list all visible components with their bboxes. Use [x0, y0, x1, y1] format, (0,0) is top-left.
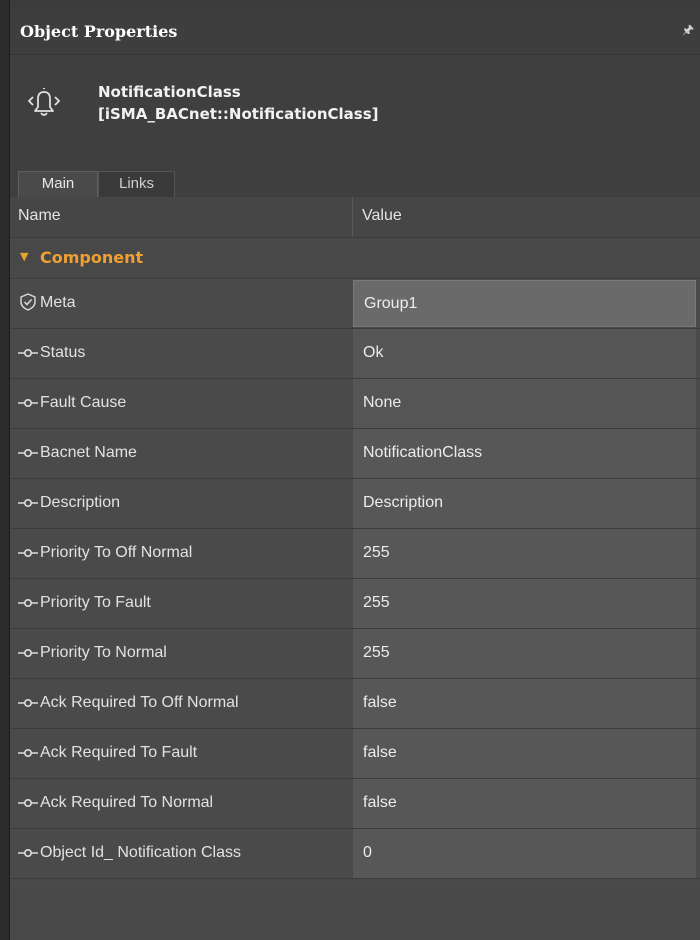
bell-notification-icon — [27, 88, 61, 116]
slot-icon — [18, 445, 38, 461]
property-name: Meta — [40, 294, 76, 311]
tab-bar: Main Links — [10, 157, 700, 197]
property-value[interactable]: Ok — [353, 329, 696, 378]
tab-links[interactable]: Links — [98, 171, 175, 197]
property-row[interactable]: Description Description — [10, 479, 700, 529]
property-row[interactable]: Meta Group1 — [10, 279, 700, 329]
property-value[interactable]: 255 — [353, 629, 696, 678]
property-value[interactable]: 0 — [353, 829, 696, 878]
property-value[interactable]: None — [353, 379, 696, 428]
property-row[interactable]: Object Id_ Notification Class 0 — [10, 829, 700, 879]
property-name: Priority To Normal — [40, 644, 167, 661]
property-value[interactable]: false — [353, 779, 696, 828]
property-row[interactable]: Bacnet Name NotificationClass — [10, 429, 700, 479]
category-component[interactable]: ▼ Component — [10, 238, 700, 279]
property-grid: Name Value ▼ Component Meta Group1 Status O… — [10, 197, 700, 879]
property-value[interactable]: 255 — [353, 579, 696, 628]
object-type: [iSMA_BACnet::NotificationClass] — [98, 105, 379, 123]
property-name: Ack Required To Off Normal — [40, 694, 239, 711]
slot-icon — [18, 745, 38, 761]
column-header-name[interactable]: Name — [18, 207, 61, 225]
property-name: Bacnet Name — [40, 444, 137, 461]
slot-icon — [18, 845, 38, 861]
shield-check-icon — [18, 292, 38, 312]
property-value[interactable]: 255 — [353, 529, 696, 578]
property-name: Priority To Off Normal — [40, 544, 193, 561]
property-row[interactable]: Ack Required To Off Normal false — [10, 679, 700, 729]
property-row[interactable]: Fault Cause None — [10, 379, 700, 429]
property-row[interactable]: Priority To Normal 255 — [10, 629, 700, 679]
property-row[interactable]: Priority To Off Normal 255 — [10, 529, 700, 579]
slot-icon — [18, 695, 38, 711]
grid-column-headers: Name Value — [10, 197, 700, 238]
property-value[interactable]: Description — [353, 479, 696, 528]
left-dock-edge — [0, 0, 10, 940]
object-header: NotificationClass [iSMA_BACnet::Notifica… — [10, 55, 700, 157]
slot-icon — [18, 645, 38, 661]
slot-icon — [18, 795, 38, 811]
pin-icon[interactable]: 🖈 — [682, 21, 694, 43]
property-value[interactable]: Group1 — [353, 280, 696, 327]
property-name: Status — [40, 344, 86, 361]
panel-titlebar: Object Properties 🖈 — [10, 8, 700, 55]
slot-icon — [18, 495, 38, 511]
property-name: Ack Required To Normal — [40, 794, 214, 811]
column-header-value[interactable]: Value — [362, 207, 402, 225]
panel-title: Object Properties — [20, 22, 178, 41]
slot-icon — [18, 545, 38, 561]
property-name: Ack Required To Fault — [40, 744, 198, 761]
property-row[interactable]: Status Ok — [10, 329, 700, 379]
slot-icon — [18, 595, 38, 611]
category-label: Component — [40, 248, 144, 267]
property-value[interactable]: false — [353, 679, 696, 728]
slot-icon — [18, 345, 38, 361]
property-row[interactable]: Ack Required To Fault false — [10, 729, 700, 779]
property-name: Description — [40, 494, 121, 511]
tab-main[interactable]: Main — [18, 171, 98, 197]
property-name: Object Id_ Notification Class — [40, 844, 241, 861]
property-value[interactable]: false — [353, 729, 696, 778]
object-properties-panel: Object Properties 🖈 NotificationClass [i… — [10, 8, 700, 940]
triangle-down-icon[interactable]: ▼ — [20, 250, 28, 263]
object-name: NotificationClass — [98, 83, 241, 101]
property-name: Fault Cause — [40, 394, 127, 411]
slot-icon — [18, 395, 38, 411]
property-row[interactable]: Ack Required To Normal false — [10, 779, 700, 829]
property-value[interactable]: NotificationClass — [353, 429, 696, 478]
property-row[interactable]: Priority To Fault 255 — [10, 579, 700, 629]
column-divider[interactable] — [352, 197, 353, 237]
property-name: Priority To Fault — [40, 594, 151, 611]
grid-empty-area — [10, 888, 700, 940]
